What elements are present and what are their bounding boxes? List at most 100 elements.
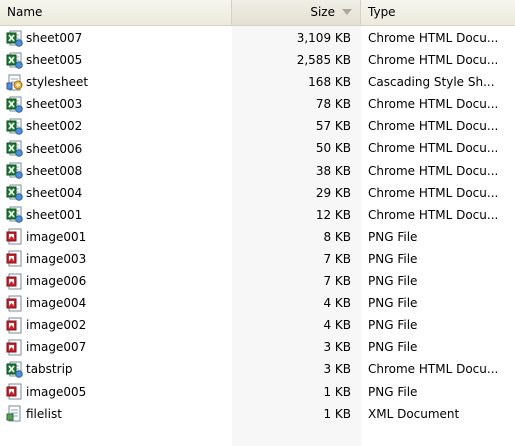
png-image-icon — [6, 339, 23, 356]
file-type-cell: PNG File — [368, 296, 418, 311]
file-row[interactable]: sheet001 12 KB Chrome HTML Docu... — [0, 204, 515, 226]
file-type-cell: Chrome HTML Docu... — [368, 185, 499, 200]
file-row[interactable]: image002 4 KB PNG File — [0, 314, 515, 336]
file-name-cell: sheet007 — [0, 27, 232, 49]
excel-html-icon — [6, 206, 23, 224]
file-name-cell: image004 — [0, 292, 232, 314]
file-type-cell: Chrome HTML Docu... — [368, 141, 499, 156]
file-name-label: sheet002 — [26, 119, 83, 134]
file-size-cell: 78 KB — [315, 97, 351, 112]
file-name-cell: image001 — [0, 226, 232, 248]
file-row[interactable]: sheet004 29 KB Chrome HTML Docu... — [0, 182, 515, 204]
file-size-cell: 29 KB — [315, 185, 351, 200]
file-name-label: sheet005 — [26, 53, 83, 68]
file-size-cell: 168 KB — [308, 75, 351, 90]
file-size-cell: 7 KB — [323, 274, 351, 289]
png-image-icon — [6, 317, 23, 334]
excel-html-icon — [6, 52, 23, 69]
file-type-cell: PNG File — [368, 274, 418, 289]
file-name-cell: sheet004 — [0, 182, 232, 204]
file-row[interactable]: image004 4 KB PNG File — [0, 292, 515, 314]
file-row[interactable]: image006 7 KB PNG File — [0, 270, 515, 292]
file-type-cell: PNG File — [368, 384, 418, 399]
file-size-cell: 50 KB — [315, 141, 351, 156]
file-type-cell: Chrome HTML Docu... — [368, 31, 499, 45]
file-name-cell: sheet006 — [0, 137, 232, 159]
file-name-label: sheet001 — [26, 207, 83, 222]
file-type-cell: Chrome HTML Docu... — [368, 97, 499, 112]
file-name-label: tabstrip — [26, 362, 73, 377]
excel-html-icon — [6, 118, 23, 135]
column-header-size-label: Size — [310, 5, 335, 19]
file-name-cell: tabstrip — [0, 358, 232, 380]
file-name-cell: image005 — [0, 381, 232, 403]
file-name-cell: sheet001 — [0, 204, 232, 226]
xml-document-icon — [6, 405, 23, 422]
column-header-bar: Name Size Type — [0, 0, 515, 26]
file-name-cell: image003 — [0, 248, 232, 270]
png-image-icon — [6, 273, 23, 290]
column-header-name[interactable]: Name — [0, 0, 232, 25]
file-size-cell: 3,109 KB — [296, 31, 351, 45]
file-name-cell: filelist — [0, 403, 232, 425]
file-name-label: image007 — [26, 340, 87, 355]
png-image-icon — [6, 250, 23, 267]
file-size-cell: 12 KB — [315, 207, 351, 222]
file-row[interactable]: image003 7 KB PNG File — [0, 248, 515, 270]
file-type-cell: PNG File — [368, 318, 418, 333]
file-row[interactable]: sheet002 57 KB Chrome HTML Docu... — [0, 115, 515, 137]
excel-html-icon — [6, 162, 23, 179]
file-name-label: image001 — [26, 229, 87, 244]
file-list-view: Name Size Type sheet007 3,109 KB Chrome HT… — [0, 0, 515, 446]
file-name-cell: stylesheet — [0, 71, 232, 93]
file-name-cell: sheet005 — [0, 49, 232, 71]
file-type-cell: PNG File — [368, 340, 418, 355]
file-row[interactable]: sheet008 38 KB Chrome HTML Docu... — [0, 160, 515, 182]
file-type-cell: Cascading Style Sh... — [368, 75, 495, 90]
png-image-icon — [6, 295, 23, 312]
file-type-cell: Chrome HTML Docu... — [368, 207, 499, 222]
file-name-cell: image006 — [0, 270, 232, 292]
file-row[interactable]: sheet005 2,585 KB Chrome HTML Docu... — [0, 49, 515, 71]
file-name-label: sheet006 — [26, 141, 83, 156]
file-name-label: stylesheet — [26, 75, 89, 90]
excel-html-icon — [6, 96, 23, 113]
column-header-size[interactable]: Size — [232, 0, 361, 25]
file-size-cell: 3 KB — [323, 340, 351, 355]
file-row[interactable]: filelist 1 KB XML Document — [0, 403, 515, 425]
file-name-label: image002 — [26, 318, 87, 333]
file-row[interactable]: image005 1 KB PNG File — [0, 381, 515, 403]
file-row[interactable]: sheet006 50 KB Chrome HTML Docu... — [0, 137, 515, 159]
png-image-icon — [6, 228, 23, 245]
file-name-label: sheet003 — [26, 97, 83, 112]
file-row[interactable]: image001 8 KB PNG File — [0, 226, 515, 248]
file-size-cell: 8 KB — [323, 229, 351, 244]
stylesheet-icon — [6, 74, 23, 91]
excel-html-icon — [6, 184, 23, 202]
file-name-cell: sheet003 — [0, 93, 232, 115]
file-size-cell: 1 KB — [323, 384, 351, 399]
file-name-label: sheet008 — [26, 163, 83, 178]
file-size-cell: 57 KB — [315, 119, 351, 134]
excel-html-icon — [6, 30, 23, 47]
file-row[interactable]: stylesheet 168 KB Cascading Style Sh... — [0, 71, 515, 93]
file-row[interactable]: tabstrip 3 KB Chrome HTML Docu... — [0, 358, 515, 380]
file-type-cell: Chrome HTML Docu... — [368, 119, 499, 134]
file-name-label: sheet007 — [26, 31, 83, 46]
file-name-label: image006 — [26, 274, 87, 289]
file-size-cell: 1 KB — [323, 406, 351, 421]
file-size-cell: 2,585 KB — [296, 53, 351, 68]
file-name-label: image003 — [26, 251, 87, 266]
file-row[interactable]: sheet007 3,109 KB Chrome HTML Docu... — [0, 27, 515, 49]
excel-html-icon — [6, 361, 23, 378]
excel-html-icon — [6, 140, 23, 157]
file-row[interactable]: sheet003 78 KB Chrome HTML Docu... — [0, 93, 515, 115]
file-name-cell: image007 — [0, 336, 232, 358]
file-size-cell: 4 KB — [323, 318, 351, 333]
file-type-cell: PNG File — [368, 251, 418, 266]
file-size-cell: 3 KB — [323, 362, 351, 377]
file-name-label: image004 — [26, 296, 87, 311]
column-header-type[interactable]: Type — [361, 0, 515, 25]
file-row[interactable]: image007 3 KB PNG File — [0, 336, 515, 358]
file-name-label: sheet004 — [26, 185, 83, 200]
